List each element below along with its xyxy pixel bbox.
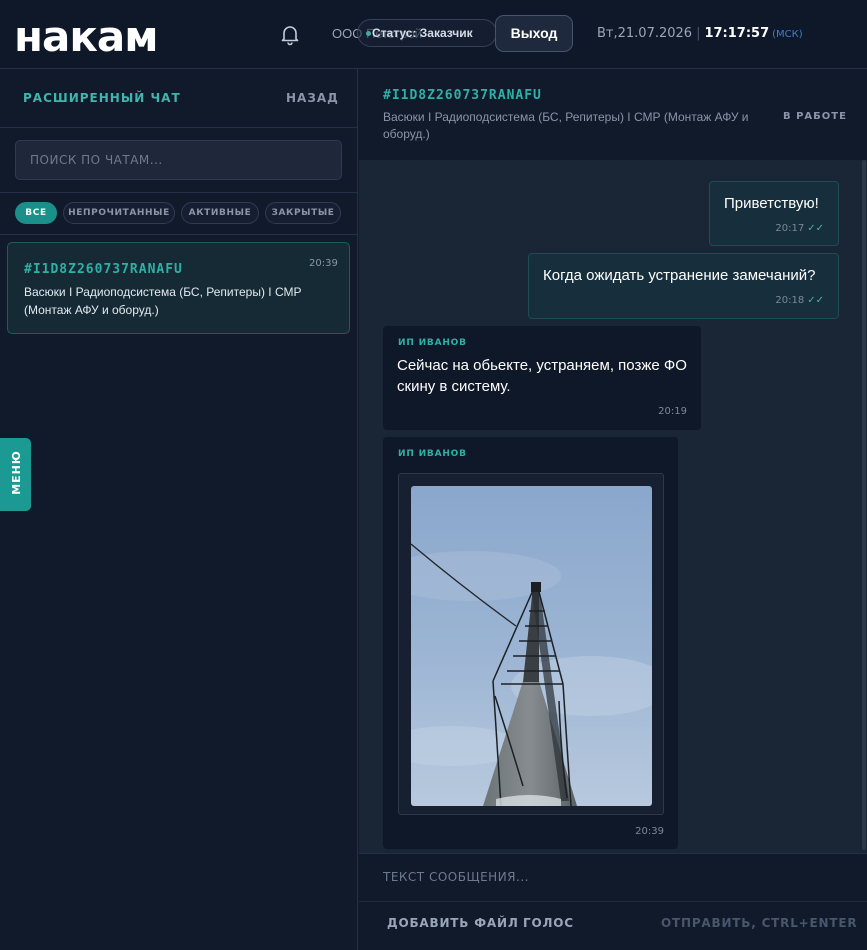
filter-closed[interactable]: ЗАКРЫТЫЕ: [265, 202, 341, 224]
message-incoming: ИП ИВАНОВ Сейчас на обьекте, устраняем, …: [383, 326, 701, 430]
chat-item-description: Васюки I Радиоподсистема (БС, Репитеры) …: [24, 285, 302, 317]
message-composer: ДОБАВИТЬ ФАЙЛ ГОЛОС ОТПРАВИТЬ, CTRL+ENTE…: [359, 853, 867, 950]
current-time: 17:17:57: [704, 26, 770, 41]
menu-label: МЕНЮ: [9, 450, 23, 495]
message-time: 20:17: [775, 223, 805, 234]
message-outgoing: Когда ожидать устранение замечаний? 20:1…: [528, 253, 839, 319]
message-time: 20:19: [658, 406, 687, 417]
conversation-panel: #I1D8Z260737RANAFU Васюки I Радиоподсист…: [359, 69, 867, 950]
divider: [359, 901, 867, 902]
timezone-label: (МСК): [772, 29, 803, 40]
message-meta: 20:18 ✓✓: [775, 295, 824, 306]
datetime: Вт,21.07.2026 | 17:17:57 (МСК): [597, 26, 803, 41]
filter-unread[interactable]: НЕПРОЧИТАННЫЕ: [63, 202, 175, 224]
conversation-header: #I1D8Z260737RANAFU Васюки I Радиоподсист…: [359, 69, 867, 160]
scrollbar[interactable]: [862, 160, 866, 850]
message-outgoing: Приветствую! 20:17 ✓✓: [709, 181, 839, 246]
message-time: 20:18: [775, 295, 805, 306]
chat-list-item[interactable]: #I1D8Z260737RANAFU 20:39 Васюки I Радиоп…: [7, 242, 350, 334]
message-text: Когда ожидать устранение замечаний?: [543, 267, 816, 284]
read-receipt-icon: ✓✓: [807, 223, 824, 234]
chat-item-id: #I1D8Z260737RANAFU: [24, 262, 183, 277]
logo[interactable]: накам: [14, 13, 159, 61]
status-label: Статус: Заказчик: [372, 26, 473, 40]
message-list[interactable]: Приветствую! 20:17 ✓✓ Когда ожидать устра…: [359, 160, 867, 853]
divider: |: [696, 26, 701, 41]
chat-list-panel: РАСШИРЕННЫЙ ЧАТ НАЗАД ВСЕ НЕПРОЧИТАННЫЕ …: [0, 69, 358, 950]
message-sender: ИП ИВАНОВ: [398, 338, 467, 348]
bell-icon[interactable]: [278, 22, 302, 46]
divider: [0, 234, 358, 235]
filter-active[interactable]: АКТИВНЫЕ: [181, 202, 259, 224]
panel-title: РАСШИРЕННЫЙ ЧАТ: [23, 91, 181, 105]
tower-photo-drawing: [411, 486, 652, 806]
chat-search-input[interactable]: [15, 140, 342, 180]
chat-item-time: 20:39: [309, 258, 338, 269]
conversation-id: #I1D8Z260737RANAFU: [383, 88, 542, 103]
filter-all[interactable]: ВСЕ: [15, 202, 57, 224]
tower-photo[interactable]: [411, 486, 652, 806]
message-text: Приветствую!: [724, 195, 819, 212]
read-receipt-icon: ✓✓: [807, 295, 824, 306]
image-attachment[interactable]: [398, 473, 664, 815]
message-input[interactable]: [373, 860, 853, 894]
divider: [0, 192, 358, 193]
logout-button[interactable]: Выход: [495, 15, 573, 52]
message-incoming: ИП ИВАНОВ 20:39: [383, 437, 678, 849]
top-header: накам ООО Петстрой Статус: Заказчик Выхо…: [0, 0, 867, 69]
voice-button[interactable]: ГОЛОС: [523, 916, 574, 930]
conversation-description: Васюки I Радиоподсистема (БС, Репитеры) …: [383, 110, 749, 141]
message-meta: 20:17 ✓✓: [775, 223, 824, 234]
menu-toggle-button[interactable]: МЕНЮ: [0, 438, 31, 511]
message-sender: ИП ИВАНОВ: [398, 449, 467, 459]
message-text: Сейчас на обьекте, устраняем, позже ФО с…: [397, 357, 687, 395]
status-badge: Статус: Заказчик: [357, 19, 497, 47]
conversation-status-badge: В РАБОТЕ: [783, 111, 847, 122]
current-date: Вт,21.07.2026: [597, 26, 693, 41]
status-dot-icon: [366, 31, 371, 36]
back-button[interactable]: НАЗАД: [286, 91, 339, 105]
message-time: 20:39: [635, 826, 664, 837]
chat-list-header: РАСШИРЕННЫЙ ЧАТ НАЗАД: [0, 69, 358, 128]
add-file-button[interactable]: ДОБАВИТЬ ФАЙЛ: [387, 916, 519, 930]
send-button[interactable]: ОТПРАВИТЬ, CTRL+ENTER: [661, 916, 857, 930]
